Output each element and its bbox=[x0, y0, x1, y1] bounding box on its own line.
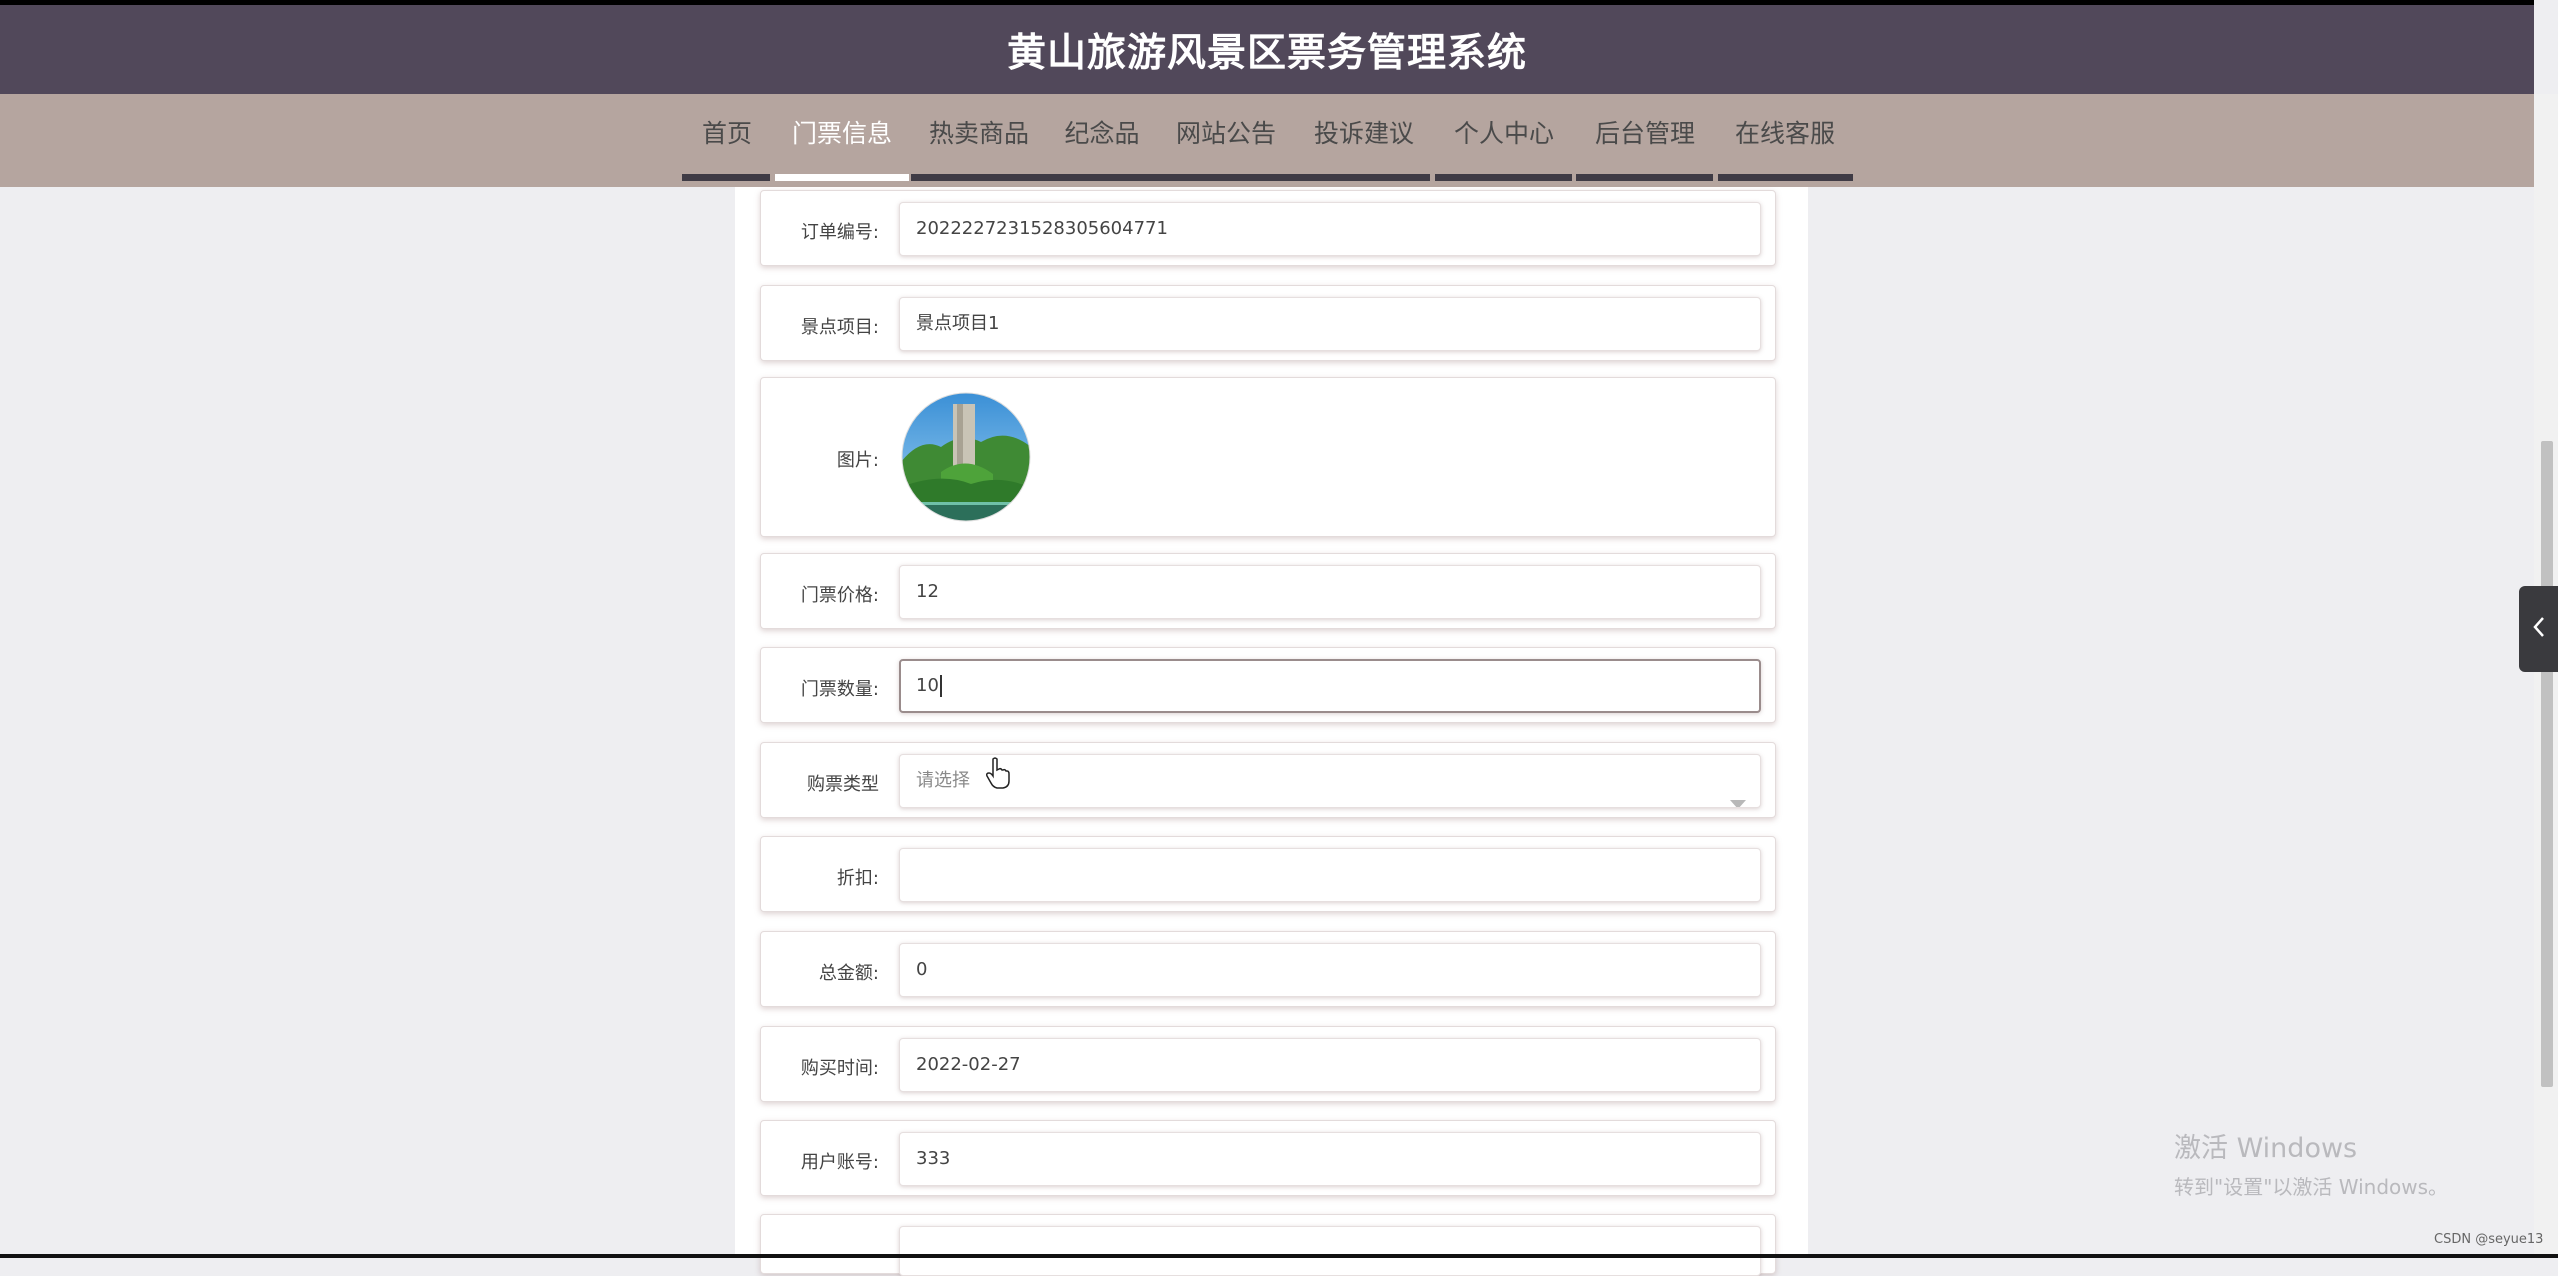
nav-announcements[interactable]: 网站公告 bbox=[1155, 94, 1297, 174]
order-no-input[interactable]: 2022227231528305604771 bbox=[899, 202, 1761, 256]
nav-admin[interactable]: 后台管理 bbox=[1575, 94, 1715, 174]
nav-underline bbox=[682, 174, 770, 181]
partial-input[interactable] bbox=[899, 1226, 1761, 1276]
nav-complaints[interactable]: 投诉建议 bbox=[1297, 94, 1431, 174]
windows-activation-watermark: 激活 Windows 转到"设置"以激活 Windows。 bbox=[2174, 1126, 2448, 1200]
purchase-type-select[interactable]: 请选择 bbox=[899, 754, 1761, 808]
side-panel-toggle[interactable] bbox=[2519, 586, 2558, 672]
purchase-time-input[interactable]: 2022-02-27 bbox=[899, 1038, 1761, 1092]
nav-underline-active bbox=[775, 174, 909, 181]
nav-home[interactable]: 首页 bbox=[682, 94, 772, 174]
image-label: 图片: bbox=[836, 450, 879, 471]
form-row-user-account: 用户账号: 333 bbox=[760, 1120, 1776, 1196]
total-amount-input[interactable]: 0 bbox=[899, 943, 1761, 997]
discount-input[interactable] bbox=[899, 848, 1761, 902]
form-row-image: 图片: bbox=[760, 377, 1776, 537]
scenic-image bbox=[901, 392, 1031, 522]
nav-underline bbox=[1435, 174, 1572, 181]
chevron-down-icon bbox=[1730, 778, 1746, 807]
chevron-left-icon bbox=[2532, 616, 2546, 642]
order-no-label: 订单编号: bbox=[800, 222, 879, 243]
nav-underline bbox=[911, 174, 1430, 181]
form-row-partial bbox=[760, 1214, 1776, 1276]
nav-tickets[interactable]: 门票信息 bbox=[775, 94, 909, 174]
form-row-total-amount: 总金额: 0 bbox=[760, 931, 1776, 1007]
watermark-title: 激活 Windows bbox=[2174, 1133, 2358, 1164]
form-row-scenic-item: 景点项目: 景点项目1 bbox=[760, 285, 1776, 361]
purchase-type-placeholder: 请选择 bbox=[916, 770, 970, 791]
nav-underline bbox=[1576, 174, 1713, 181]
text-caret bbox=[939, 675, 942, 697]
ticket-price-input[interactable]: 12 bbox=[899, 565, 1761, 619]
ticket-qty-input[interactable]: 10 bbox=[899, 659, 1761, 713]
purchase-time-label: 购买时间: bbox=[800, 1058, 879, 1079]
ticket-qty-value: 10 bbox=[916, 675, 939, 696]
form-row-purchase-type: 购票类型 请选择 bbox=[760, 742, 1776, 818]
ticket-price-label: 门票价格: bbox=[800, 585, 879, 606]
nav-personal-center[interactable]: 个人中心 bbox=[1434, 94, 1574, 174]
site-title: 黄山旅游风景区票务管理系统 bbox=[1006, 30, 1527, 76]
nav-online-service[interactable]: 在线客服 bbox=[1717, 94, 1853, 174]
watermark-subtitle: 转到"设置"以激活 Windows。 bbox=[2174, 1175, 2449, 1199]
site-header: 黄山旅游风景区票务管理系统 bbox=[0, 0, 2534, 94]
form-row-purchase-time: 购买时间: 2022-02-27 bbox=[760, 1026, 1776, 1102]
nav-underline bbox=[1718, 174, 1853, 181]
csdn-credit: CSDN @seyue13 bbox=[2434, 1232, 2544, 1247]
user-account-input[interactable]: 333 bbox=[899, 1132, 1761, 1186]
ticket-qty-label: 门票数量: bbox=[800, 679, 879, 700]
user-account-label: 用户账号: bbox=[800, 1152, 879, 1173]
nav-hot-goods[interactable]: 热卖商品 bbox=[909, 94, 1049, 174]
scrollbar-thumb[interactable] bbox=[2541, 441, 2553, 1087]
scenic-item-label: 景点项目: bbox=[800, 317, 879, 338]
hand-cursor-icon bbox=[985, 757, 1011, 793]
form-row-order-no: 订单编号: 2022227231528305604771 bbox=[760, 190, 1776, 266]
form-row-discount: 折扣: bbox=[760, 836, 1776, 912]
page-scrollbar[interactable] bbox=[2534, 94, 2558, 1258]
bottom-edge bbox=[0, 1254, 2558, 1258]
nav-souvenirs[interactable]: 纪念品 bbox=[1049, 94, 1155, 174]
form-row-ticket-qty: 门票数量: 10 bbox=[760, 647, 1776, 723]
total-amount-label: 总金额: bbox=[818, 963, 879, 984]
discount-label: 折扣: bbox=[836, 868, 879, 889]
main-nav: 首页 门票信息 热卖商品 纪念品 网站公告 投诉建议 个人中心 后台管理 在线客… bbox=[0, 94, 2534, 187]
scenic-item-input[interactable]: 景点项目1 bbox=[899, 297, 1761, 351]
purchase-type-label: 购票类型 bbox=[807, 774, 879, 795]
form-row-ticket-price: 门票价格: 12 bbox=[760, 553, 1776, 629]
